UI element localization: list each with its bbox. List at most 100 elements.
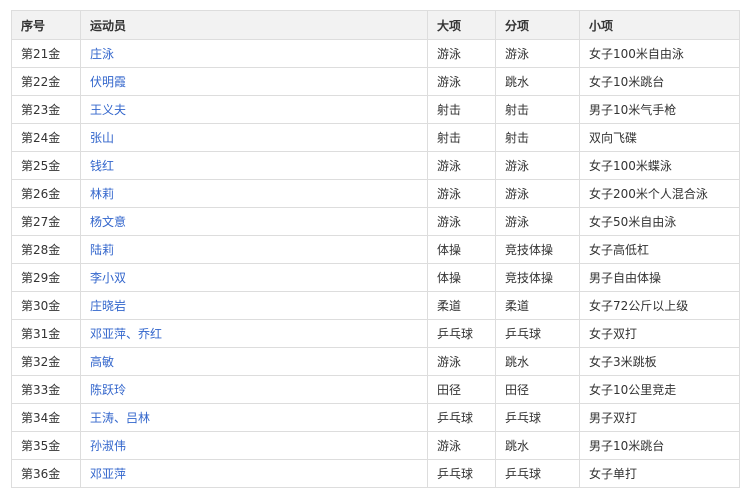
cell-event: 女子100米自由泳 [579, 39, 740, 68]
athlete-link[interactable]: 王义夫 [90, 103, 126, 117]
medal-table-container: 序号 运动员 大项 分项 小项 第21金 庄泳 游泳 游泳 女子100米自由泳 第22金伏… [11, 10, 740, 488]
header-sport: 大项 [427, 10, 496, 40]
cell-no: 第23金 [11, 95, 81, 124]
athlete-link[interactable]: 邓亚萍、乔红 [90, 327, 162, 341]
table-row: 第36金 邓亚萍 乒乓球 乒乓球 女子单打 [11, 459, 740, 488]
cell-discipline: 游泳 [495, 179, 580, 208]
table-row: 第21金 庄泳 游泳 游泳 女子100米自由泳 [11, 39, 740, 68]
cell-discipline: 竞技体操 [495, 263, 580, 292]
header-no: 序号 [11, 10, 81, 40]
cell-sport: 乒乓球 [427, 319, 496, 348]
cell-no: 第27金 [11, 207, 81, 236]
cell-athlete: 王涛、吕林 [80, 403, 428, 432]
cell-discipline: 柔道 [495, 291, 580, 320]
cell-sport: 乒乓球 [427, 459, 496, 488]
cell-discipline: 射击 [495, 95, 580, 124]
table-row: 第22金 伏明霞 游泳 跳水 女子10米跳台 [11, 67, 740, 96]
cell-discipline: 乒乓球 [495, 459, 580, 488]
cell-sport: 游泳 [427, 207, 496, 236]
cell-event: 双向飞碟 [579, 123, 740, 152]
cell-event: 女子单打 [579, 459, 740, 488]
cell-no: 第25金 [11, 151, 81, 180]
table-row: 第30金 庄晓岩 柔道 柔道 女子72公斤以上级 [11, 291, 740, 320]
cell-athlete: 邓亚萍 [80, 459, 428, 488]
cell-sport: 游泳 [427, 39, 496, 68]
cell-athlete: 庄晓岩 [80, 291, 428, 320]
cell-event: 女子10公里竞走 [579, 375, 740, 404]
athlete-link[interactable]: 王涛、吕林 [90, 411, 150, 425]
cell-no: 第32金 [11, 347, 81, 376]
cell-event: 男子10米跳台 [579, 431, 740, 460]
cell-discipline: 游泳 [495, 207, 580, 236]
cell-sport: 体操 [427, 235, 496, 264]
table-row: 第26金 林莉 游泳 游泳 女子200米个人混合泳 [11, 179, 740, 208]
cell-sport: 射击 [427, 123, 496, 152]
cell-no: 第22金 [11, 67, 81, 96]
cell-no: 第31金 [11, 319, 81, 348]
table-row: 第31金 邓亚萍、乔红 乒乓球 乒乓球 女子双打 [11, 319, 740, 348]
cell-athlete: 王义夫 [80, 95, 428, 124]
table-row: 第25金 钱红 游泳 游泳 女子100米蝶泳 [11, 151, 740, 180]
athlete-link[interactable]: 庄泳 [90, 47, 114, 61]
cell-event: 女子50米自由泳 [579, 207, 740, 236]
cell-no: 第33金 [11, 375, 81, 404]
cell-sport: 乒乓球 [427, 403, 496, 432]
cell-athlete: 林莉 [80, 179, 428, 208]
table-row: 第27金 杨文意 游泳 游泳 女子50米自由泳 [11, 207, 740, 236]
header-discipline: 分项 [495, 10, 580, 40]
table-row: 第32金 高敏 游泳 跳水 女子3米跳板 [11, 347, 740, 376]
athlete-link[interactable]: 林莉 [90, 187, 114, 201]
table-row: 第29金 李小双 体操 竞技体操 男子自由体操 [11, 263, 740, 292]
cell-sport: 柔道 [427, 291, 496, 320]
cell-athlete: 钱红 [80, 151, 428, 180]
cell-sport: 游泳 [427, 151, 496, 180]
athlete-link[interactable]: 陈跃玲 [90, 383, 126, 397]
cell-no: 第29金 [11, 263, 81, 292]
cell-discipline: 竞技体操 [495, 235, 580, 264]
cell-event: 男子双打 [579, 403, 740, 432]
gold-medal-table: 序号 运动员 大项 分项 小项 第21金 庄泳 游泳 游泳 女子100米自由泳 第22金伏… [11, 10, 740, 488]
table-body: 第21金 庄泳 游泳 游泳 女子100米自由泳 第22金 伏明霞 游泳 跳水 女子10米跳台 第23… [11, 39, 740, 488]
cell-discipline: 田径 [495, 375, 580, 404]
cell-discipline: 跳水 [495, 431, 580, 460]
athlete-link[interactable]: 伏明霞 [90, 75, 126, 89]
cell-discipline: 乒乓球 [495, 403, 580, 432]
cell-no: 第36金 [11, 459, 81, 488]
cell-sport: 游泳 [427, 347, 496, 376]
cell-event: 男子自由体操 [579, 263, 740, 292]
cell-no: 第28金 [11, 235, 81, 264]
cell-sport: 游泳 [427, 67, 496, 96]
cell-sport: 游泳 [427, 179, 496, 208]
athlete-link[interactable]: 邓亚萍 [90, 467, 126, 481]
cell-athlete: 庄泳 [80, 39, 428, 68]
table-row: 第24金 张山 射击 射击 双向飞碟 [11, 123, 740, 152]
cell-discipline: 游泳 [495, 39, 580, 68]
cell-no: 第30金 [11, 291, 81, 320]
cell-discipline: 游泳 [495, 151, 580, 180]
cell-athlete: 李小双 [80, 263, 428, 292]
athlete-link[interactable]: 张山 [90, 131, 114, 145]
athlete-link[interactable]: 庄晓岩 [90, 299, 126, 313]
cell-sport: 游泳 [427, 431, 496, 460]
cell-athlete: 张山 [80, 123, 428, 152]
athlete-link[interactable]: 钱红 [90, 159, 114, 173]
athlete-link[interactable]: 杨文意 [90, 215, 126, 229]
cell-no: 第21金 [11, 39, 81, 68]
athlete-link[interactable]: 李小双 [90, 271, 126, 285]
cell-no: 第24金 [11, 123, 81, 152]
cell-event: 男子10米气手枪 [579, 95, 740, 124]
cell-no: 第26金 [11, 179, 81, 208]
cell-athlete: 高敏 [80, 347, 428, 376]
table-row: 第33金 陈跃玲 田径 田径 女子10公里竞走 [11, 375, 740, 404]
cell-event: 女子10米跳台 [579, 67, 740, 96]
cell-athlete: 孙淑伟 [80, 431, 428, 460]
athlete-link[interactable]: 高敏 [90, 355, 114, 369]
cell-event: 女子200米个人混合泳 [579, 179, 740, 208]
athlete-link[interactable]: 孙淑伟 [90, 439, 126, 453]
cell-sport: 田径 [427, 375, 496, 404]
cell-event: 女子高低杠 [579, 235, 740, 264]
athlete-link[interactable]: 陆莉 [90, 243, 114, 257]
cell-discipline: 射击 [495, 123, 580, 152]
table-row: 第28金 陆莉 体操 竞技体操 女子高低杠 [11, 235, 740, 264]
cell-event: 女子双打 [579, 319, 740, 348]
